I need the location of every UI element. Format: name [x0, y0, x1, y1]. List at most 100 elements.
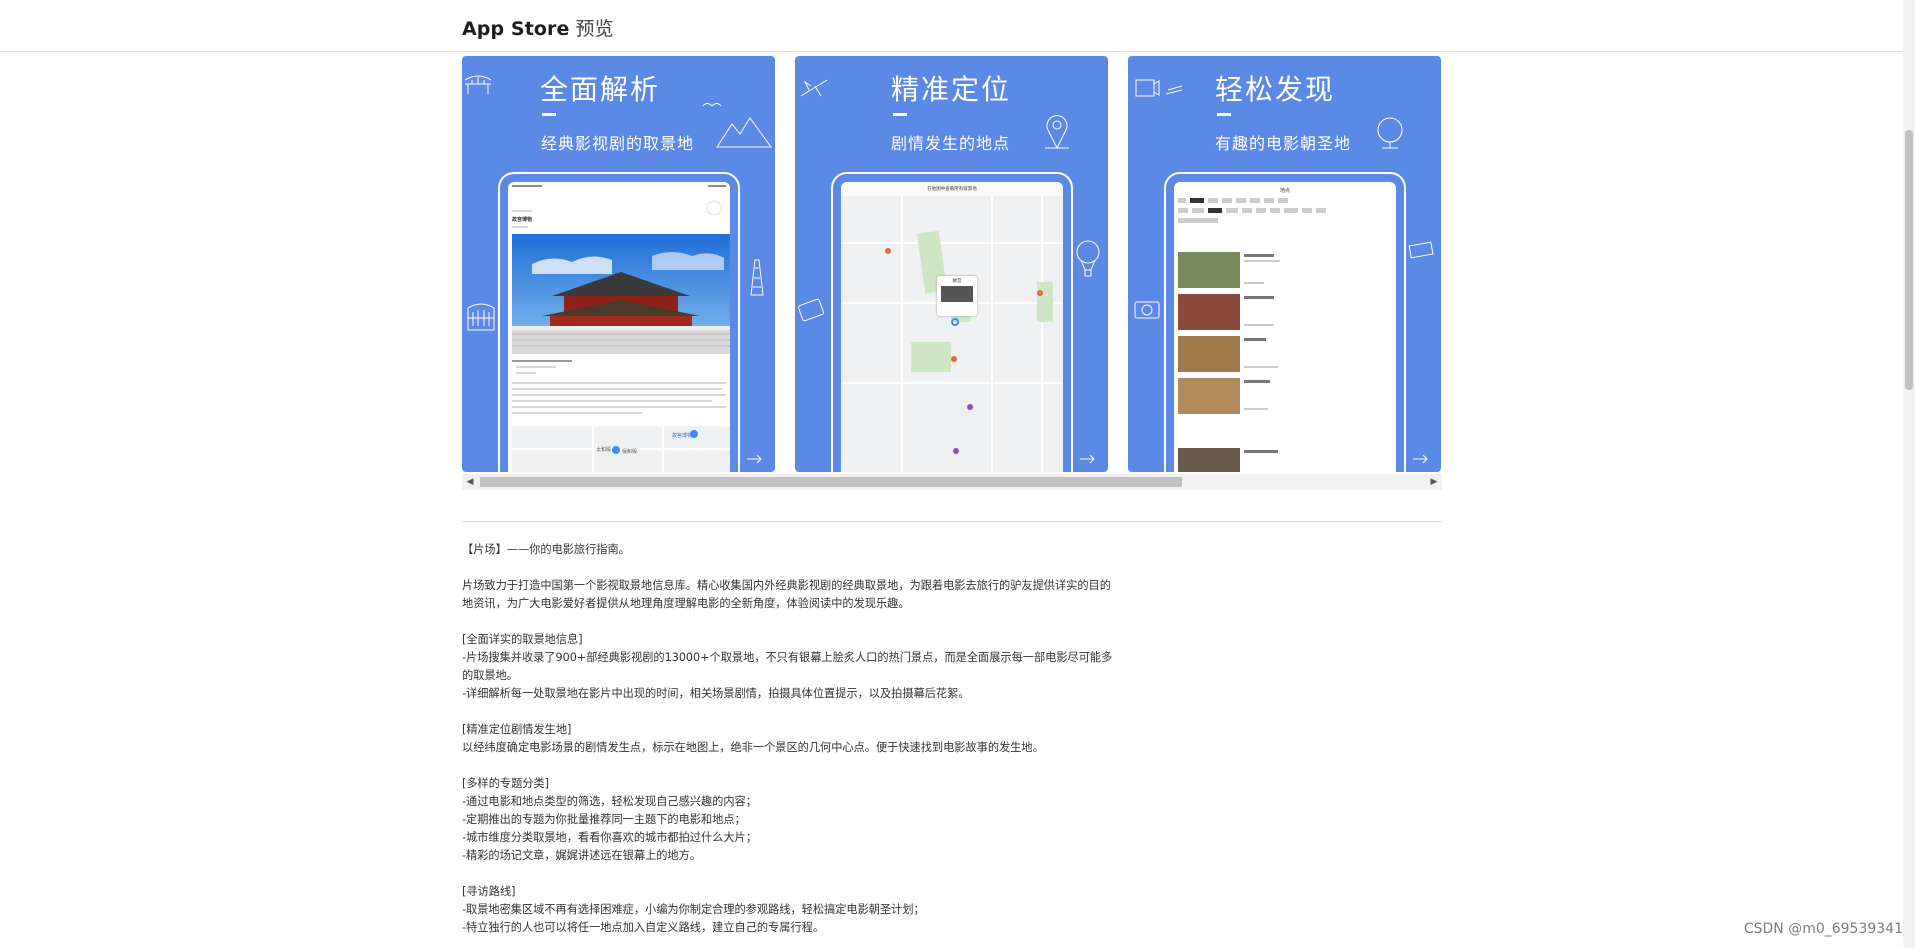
- description-line: [全面详实的取景地信息]: [462, 633, 583, 646]
- text-line: [512, 406, 726, 408]
- heading-dash: [893, 113, 907, 116]
- screenshot-card-1[interactable]: 全面解析 经典影视剧的取景地 故宫博物 故宫博物 太和殿 保和殿: [462, 56, 775, 472]
- gallery-scrollbar-thumb[interactable]: [480, 477, 1182, 487]
- list-item[interactable]: [1178, 294, 1392, 330]
- screenshot-1-subtitle: 经典影视剧的取景地: [541, 134, 695, 153]
- bus-icon: [797, 298, 825, 322]
- description-line: -通过电影和地点类型的筛选，轻松发现自己感兴趣的内容；: [462, 795, 757, 808]
- status-bar: [512, 185, 542, 187]
- share-icon: [706, 200, 722, 216]
- text-line: [512, 412, 642, 414]
- tablet-screen: 在地图中查看所有取景地 故宫: [841, 182, 1063, 472]
- map-pin-icon: [951, 318, 959, 326]
- description-line: -片场搜集并收录了900+部经典影视剧的13000+个取景地，不只有银幕上脍炙人…: [462, 651, 1113, 682]
- arrow-right-icon: [1413, 454, 1428, 464]
- map-pin-icon: [951, 356, 957, 362]
- popup-label: 故宫: [952, 279, 962, 284]
- tablet-frame: 在地图中查看所有取景地 故宫: [831, 172, 1073, 472]
- heading-dash: [542, 113, 556, 116]
- mountains-icon: [716, 117, 772, 148]
- section-divider: [462, 521, 1442, 522]
- map-pin-icon: [1037, 290, 1043, 296]
- scroll-right-arrow-icon[interactable]: ▶: [1426, 474, 1442, 490]
- description-line: -取景地密集区域不再有选择困难症，小编为你制定合理的参观路线，轻松搞定电影朝圣计…: [462, 903, 925, 916]
- text-line: [512, 400, 712, 402]
- bird-icon: [702, 103, 722, 107]
- scroll-left-arrow-icon[interactable]: ◀: [462, 474, 478, 490]
- list-item[interactable]: [1178, 448, 1392, 472]
- tower-icon: [750, 259, 764, 296]
- list-title: 地点: [1279, 188, 1290, 194]
- screenshot-2-subtitle: 剧情发生的地点: [891, 134, 1011, 153]
- tablet-screen: 故宫博物 故宫博物 太和殿 保和殿: [508, 182, 730, 472]
- list-item[interactable]: [1178, 378, 1392, 414]
- film-strip-icon: [1408, 241, 1434, 259]
- description-line: -定期推出的专题为你批量推荐同一主题下的电影和地点；: [462, 813, 746, 826]
- description-line: -城市维度分类取景地，看看你喜欢的城市都拍过什么大片；: [462, 831, 757, 844]
- arrow-right-icon: [1080, 454, 1095, 464]
- text-line: [516, 366, 556, 368]
- screenshot-3-heading: 轻松发现: [1215, 73, 1336, 106]
- camera-icon: [1134, 301, 1160, 319]
- nav-hint: [512, 210, 532, 212]
- page-scrollbar-thumb[interactable]: [1905, 130, 1913, 390]
- balloon-icon: [1076, 240, 1100, 277]
- map-pin-icon: [953, 448, 959, 454]
- text-line: [516, 372, 536, 374]
- plane-icon: [800, 79, 828, 97]
- tablet-screen: 地点: [1174, 182, 1396, 472]
- text-line: [512, 388, 722, 390]
- status-bar-right: [708, 185, 726, 187]
- map-label: 故宫博物: [672, 433, 693, 439]
- description-line: [多样的专题分类]: [462, 777, 550, 790]
- list-item[interactable]: [1178, 336, 1392, 372]
- map-title: 在地图中查看所有取景地: [927, 187, 977, 192]
- description-line: 以经纬度确定电影场景的剧情发生点，标示在地图上，绝非一个景区的几何中心点。便于快…: [462, 741, 1044, 754]
- clapperboard-icon: [1165, 85, 1183, 95]
- place-subtitle: [512, 226, 528, 228]
- place-title: 故宫博物: [512, 217, 533, 223]
- map-pin-icon: [690, 430, 698, 438]
- map-popup[interactable]: 故宫: [937, 276, 977, 316]
- mini-map[interactable]: 故宫博物 太和殿 保和殿: [512, 426, 730, 472]
- description-line: 【片场】——你的电影旅行指南。: [462, 543, 630, 556]
- arrow-right-icon: [747, 454, 762, 464]
- description-line: -详细解析每一处取景地在影片中出现的时间，相关场景剧情，拍摄具体位置提示，以及拍…: [462, 687, 970, 700]
- text-line: [512, 382, 726, 384]
- palace-photo: [512, 234, 730, 354]
- screenshot-gallery: 全面解析 经典影视剧的取景地 故宫博物 故宫博物 太和殿 保和殿 精准定位 剧情…: [462, 56, 1442, 490]
- map-label: 太和殿: [596, 447, 612, 453]
- page-scrollbar[interactable]: [1903, 0, 1915, 948]
- bridge-icon: [464, 75, 492, 94]
- tablet-frame: 故宫博物 故宫博物 太和殿 保和殿: [498, 172, 740, 472]
- screenshot-card-3[interactable]: 轻松发现 有趣的电影朝圣地 地点: [1128, 56, 1441, 472]
- app-header: App Store 预览: [0, 0, 1903, 52]
- location-pin-icon: [1045, 115, 1069, 150]
- gallery-scrollbar[interactable]: ◀ ▶: [462, 474, 1442, 490]
- text-line: [512, 360, 572, 362]
- description-line: -精彩的场记文章，娓娓讲述远在银幕上的地方。: [462, 849, 701, 862]
- screenshot-1-heading: 全面解析: [540, 73, 661, 106]
- screenshot-2-heading: 精准定位: [891, 73, 1012, 106]
- film-reel-icon: [1135, 79, 1160, 97]
- app-description: 【片场】——你的电影旅行指南。 片场致力于打造中国第一个影视取景地信息库。精心收…: [462, 541, 1122, 937]
- screenshot-3-subtitle: 有趣的电影朝圣地: [1215, 134, 1352, 153]
- description-line: [寻访路线]: [462, 885, 516, 898]
- description-line: 片场致力于打造中国第一个影视取景地信息库。精心收集国内外经典影视剧的经典取景地，…: [462, 579, 1111, 610]
- screenshot-card-2[interactable]: 精准定位 剧情发生的地点 在地图中查看所有取景地 故宫: [795, 56, 1108, 472]
- description-line: [精准定位剧情发生地]: [462, 723, 572, 736]
- map-label: 保和殿: [622, 449, 638, 455]
- watermark: CSDN @m0_69539341: [1743, 921, 1903, 937]
- header-title-text: App Store: [462, 18, 570, 40]
- header-subtitle: 预览: [575, 18, 614, 40]
- map-pin-icon: [967, 404, 973, 410]
- description-line: -特立独行的人也可以将任一地点加入自定义路线，建立自己的专属行程。: [462, 921, 825, 934]
- map-pin-icon: [885, 248, 891, 254]
- list-item[interactable]: [1178, 252, 1392, 288]
- globe-icon: [1377, 117, 1403, 149]
